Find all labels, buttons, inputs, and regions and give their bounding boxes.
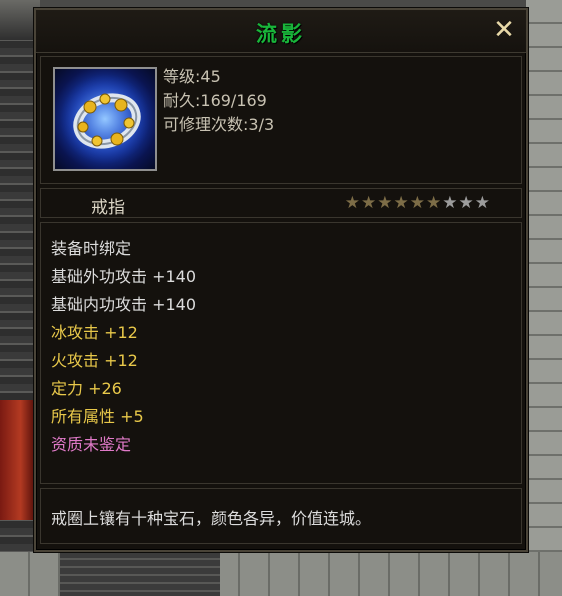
attribute-line: 基础外功攻击 +140 [51, 267, 197, 286]
item-info-section: 等级:45 耐久:169/169 可修理次数:3/3 [40, 56, 522, 184]
item-name: 流影 [256, 22, 306, 46]
attributes-section: 装备时绑定基础外功攻击 +140 基础内功攻击 +140 冰攻击 +12 火攻击 +1… [40, 222, 522, 484]
title-bar: 流影 ✕ [36, 10, 526, 53]
durability-stat: 耐久:169/169 [163, 91, 267, 110]
attribute-line: 装备时绑定 [51, 239, 132, 258]
star-filled-icon: ★ [426, 193, 443, 213]
star-filled-icon: ★ [393, 193, 410, 213]
attribute-line: 冰攻击 +12 [51, 323, 138, 342]
item-stats: 等级:45 耐久:169/169 可修理次数:3/3 [163, 65, 274, 137]
item-tooltip-panel: 流影 ✕ 等级:45 耐久:169/169 可修理次数:3/3 戒指 ★★★★★… [34, 8, 528, 552]
item-description: 戒圈上镶有十种宝石，颜色各异，价值连城。 [51, 509, 372, 528]
repair-count-stat: 可修理次数:3/3 [163, 115, 275, 134]
background-stone-wall-right [526, 0, 562, 596]
item-type-row: 戒指 ★★★★★★★★★ [40, 188, 522, 218]
star-empty-icon: ★ [442, 193, 459, 213]
ring-icon [53, 67, 157, 171]
attribute-line: 基础内功攻击 +140 [51, 295, 197, 314]
background-roof-bottom [60, 552, 220, 596]
star-filled-icon: ★ [377, 193, 394, 213]
attribute-line: 资质未鉴定 [51, 435, 132, 454]
quality-stars: ★★★★★★★★★ [345, 193, 491, 213]
item-type: 戒指 [91, 198, 125, 218]
description-section: 戒圈上镶有十种宝石，颜色各异，价值连城。 [40, 488, 522, 544]
star-empty-icon: ★ [474, 193, 491, 213]
attribute-line: 所有属性 +5 [51, 407, 144, 426]
star-empty-icon: ★ [458, 193, 475, 213]
background-red-pillar [0, 400, 34, 520]
close-icon[interactable]: ✕ [490, 16, 518, 44]
attribute-line: 火攻击 +12 [51, 351, 138, 370]
star-filled-icon: ★ [344, 193, 361, 213]
level-stat: 等级:45 [163, 67, 221, 86]
attribute-line: 定力 +26 [51, 379, 122, 398]
star-filled-icon: ★ [409, 193, 426, 213]
attribute-list: 装备时绑定基础外功攻击 +140 基础内功攻击 +140 冰攻击 +12 火攻击 +1… [51, 235, 196, 459]
star-filled-icon: ★ [361, 193, 378, 213]
